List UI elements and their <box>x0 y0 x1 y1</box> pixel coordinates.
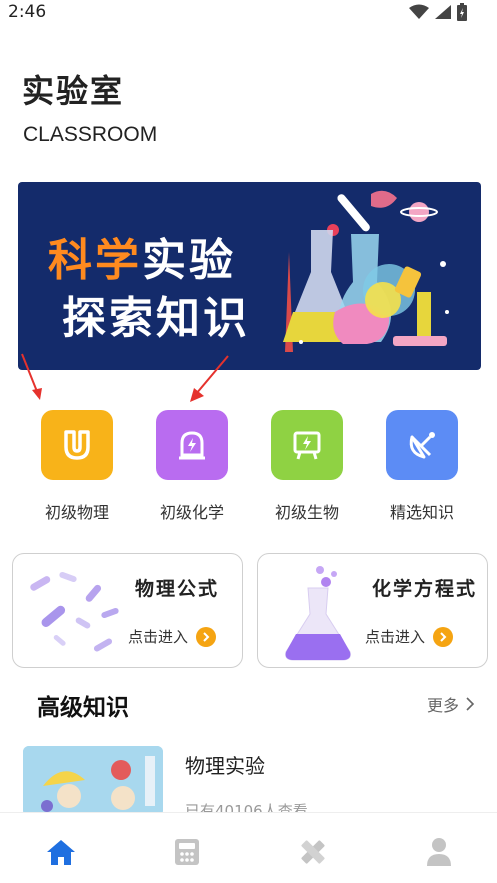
status-time: 2:46 <box>8 2 47 22</box>
chemistry-equation-enter[interactable]: 点击进入 <box>365 626 454 647</box>
category-chemistry[interactable]: 初级化学 <box>152 410 232 523</box>
more-link[interactable]: 更多 <box>427 692 475 716</box>
alarm-light-icon <box>179 431 205 460</box>
chevron-right-icon <box>466 697 475 711</box>
page-title: 实验室 <box>22 72 125 110</box>
status-bar: 2:46 <box>0 0 497 26</box>
battery-icon <box>457 3 467 21</box>
board-bolt-icon <box>293 431 321 460</box>
list-item-title[interactable]: 物理实验 <box>185 750 265 779</box>
physics-formula-card[interactable]: 物理公式 点击进入 <box>12 553 243 668</box>
annotation-arrow-left <box>21 353 42 400</box>
category-physics[interactable]: 初级物理 <box>37 410 117 523</box>
banner-accent-text: 科学 <box>48 235 142 286</box>
page-subtitle: CLASSROOM <box>23 123 158 146</box>
capsules-illustration <box>30 571 119 652</box>
wifi-icon <box>409 4 429 19</box>
calculator-icon <box>175 839 199 865</box>
section-title: 高级知识 <box>37 695 129 721</box>
category-chemistry-tile[interactable] <box>156 410 228 480</box>
chemistry-equation-enter-label: 点击进入 <box>365 628 426 646</box>
lab-illustration <box>283 190 449 352</box>
physics-formula-enter[interactable]: 点击进入 <box>128 626 217 647</box>
signal-icon <box>435 5 451 19</box>
flask-illustration <box>285 566 351 661</box>
category-chemistry-label: 初级化学 <box>159 503 224 522</box>
physics-formula-title: 物理公式 <box>135 578 220 600</box>
tab-home[interactable] <box>44 835 78 869</box>
banner-subline: 探索知识 <box>62 293 250 344</box>
home-icon <box>47 840 75 865</box>
tab-profile[interactable] <box>422 835 456 869</box>
magnet-icon <box>64 430 90 460</box>
category-featured-label: 精选知识 <box>389 503 454 522</box>
chemistry-equation-card[interactable]: 化学方程式 点击进入 <box>257 553 488 668</box>
banner-headline: 科学实验 <box>48 224 236 288</box>
banner[interactable]: 科学实验 探索知识 <box>18 182 481 370</box>
tab-tools[interactable] <box>296 835 330 869</box>
tab-calculator[interactable] <box>170 835 204 869</box>
category-biology[interactable]: 初级生物 <box>267 410 347 523</box>
category-grid: 初级物理 初级化学 初级生物 精选知识 <box>0 410 497 523</box>
category-biology-label: 初级生物 <box>274 503 339 522</box>
category-physics-tile[interactable] <box>41 410 113 480</box>
physics-formula-enter-label: 点击进入 <box>128 628 189 646</box>
list-item-thumbnail[interactable] <box>23 746 163 816</box>
chevron-right-icon <box>196 626 217 647</box>
physics-experiment-illustration <box>23 746 163 816</box>
pencil-ruler-icon <box>301 840 325 864</box>
profile-icon <box>427 838 451 866</box>
category-featured[interactable]: 精选知识 <box>382 410 462 523</box>
category-biology-tile[interactable] <box>271 410 343 480</box>
banner-headline-rest: 实验 <box>142 235 236 286</box>
chevron-right-icon <box>433 626 454 647</box>
category-physics-label: 初级物理 <box>44 503 109 522</box>
more-link-label: 更多 <box>426 696 459 715</box>
annotation-arrow-right <box>190 355 229 402</box>
status-icons <box>409 3 467 21</box>
category-featured-tile[interactable] <box>386 410 458 480</box>
bottom-tab-bar <box>0 812 497 883</box>
satellite-dish-icon <box>409 432 435 459</box>
chemistry-equation-title: 化学方程式 <box>372 578 478 600</box>
